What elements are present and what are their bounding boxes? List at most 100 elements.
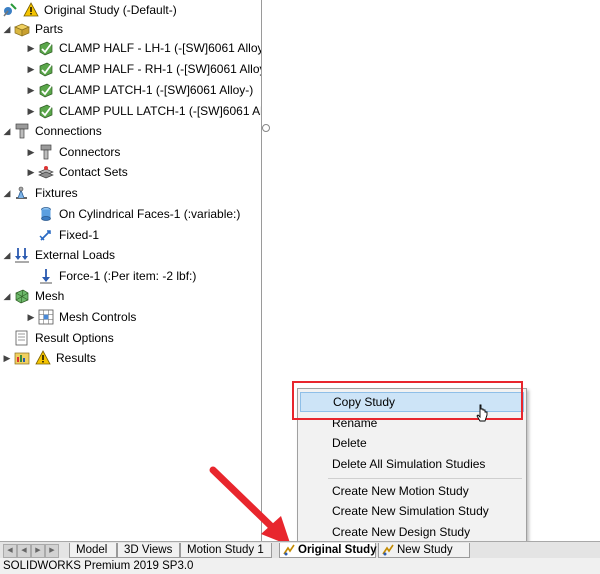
- contact-sets-label: Contact Sets: [59, 165, 128, 179]
- fixtures-label: Fixtures: [35, 186, 78, 200]
- tab-motion-study-1[interactable]: Motion Study 1: [180, 543, 272, 558]
- part-label: CLAMP PULL LATCH-1 (-[SW]6061 Alloy-): [59, 104, 261, 118]
- tab-scroll-next-icon[interactable]: ▶: [31, 544, 45, 558]
- connections-label: Connections: [35, 124, 102, 138]
- tab-3d-views[interactable]: 3D Views: [117, 543, 180, 558]
- collapse-arrow-icon[interactable]: ◢: [2, 286, 12, 306]
- parts-folder-icon: [14, 23, 30, 37]
- expand-arrow-icon[interactable]: ▶: [26, 142, 36, 162]
- external-loads-label: External Loads: [35, 248, 116, 262]
- tree-item-result-options[interactable]: Result Options: [14, 328, 114, 348]
- results-folder-icon: [14, 352, 30, 365]
- parts-label: Parts: [35, 22, 64, 36]
- tree-item-fixture[interactable]: Fixed-1: [38, 225, 99, 245]
- warning-icon: [35, 350, 51, 365]
- tree-item-load[interactable]: Force-1 (:Per item: -2 lbf:): [38, 266, 196, 286]
- contact-sets-icon: [38, 166, 54, 179]
- tree-item-results[interactable]: ▶ Results: [2, 348, 96, 368]
- connectors-bolt-icon: [40, 144, 52, 160]
- tab-model[interactable]: Model: [69, 543, 117, 558]
- mesh-controls-label: Mesh Controls: [59, 310, 137, 324]
- panel-splitter-handle[interactable]: [262, 124, 270, 132]
- collapse-arrow-icon[interactable]: ◢: [2, 19, 12, 39]
- part-material-icon: [39, 41, 53, 56]
- tab-label: New Study: [397, 543, 453, 556]
- tree-item-fixtures[interactable]: ◢ Fixtures: [2, 183, 78, 203]
- mesh-controls-icon: [38, 309, 54, 325]
- collapse-arrow-icon[interactable]: ◢: [2, 183, 12, 203]
- tree-item-connectors[interactable]: ▶ Connectors: [26, 142, 120, 162]
- simulation-study-tree: Original Study (-Default-) ◢ Parts ▶ CLA…: [0, 0, 262, 541]
- menu-separator: [328, 478, 522, 479]
- expand-arrow-icon[interactable]: ▶: [2, 348, 12, 368]
- tree-item-fixture[interactable]: On Cylindrical Faces-1 (:variable:): [38, 204, 240, 224]
- mesh-icon: [15, 289, 29, 304]
- expand-arrow-icon[interactable]: ▶: [26, 307, 36, 327]
- expand-arrow-icon[interactable]: ▶: [26, 101, 36, 121]
- force-arrow-icon: [40, 269, 52, 284]
- part-label: CLAMP HALF - LH-1 (-[SW]6061 Alloy-): [59, 41, 262, 55]
- connectors-label: Connectors: [59, 145, 121, 159]
- study-tab-bar: ◀ ◀ ▶ ▶ Model 3D Views Motion Study 1 Or…: [0, 541, 600, 559]
- part-material-icon: [39, 104, 53, 119]
- tab-scroll-first-icon[interactable]: ◀: [3, 544, 17, 558]
- tree-item-parts[interactable]: ◢ Parts: [2, 19, 63, 39]
- tab-scroll-last-icon[interactable]: ▶: [45, 544, 59, 558]
- menu-item-new-simulation-study[interactable]: Create New Simulation Study: [300, 501, 524, 521]
- result-options-label: Result Options: [35, 331, 114, 345]
- menu-item-delete-all-studies[interactable]: Delete All Simulation Studies: [300, 454, 524, 474]
- tree-item-part[interactable]: ▶ CLAMP LATCH-1 (-[SW]6061 Alloy-): [26, 80, 253, 100]
- tab-new-study[interactable]: New Study: [378, 543, 470, 558]
- expand-arrow-icon[interactable]: ▶: [26, 38, 36, 58]
- tree-item-external-loads[interactable]: ◢ External Loads: [2, 245, 115, 265]
- fixture-label: On Cylindrical Faces-1 (:variable:): [59, 207, 241, 221]
- menu-item-rename[interactable]: Rename: [300, 413, 524, 433]
- expand-arrow-icon[interactable]: ▶: [26, 162, 36, 182]
- tree-item-part[interactable]: ▶ CLAMP HALF - LH-1 (-[SW]6061 Alloy-): [26, 38, 262, 58]
- tree-item-part[interactable]: ▶ CLAMP PULL LATCH-1 (-[SW]6061 Alloy-): [26, 101, 261, 121]
- connections-bolt-icon: [15, 123, 29, 139]
- study-context-menu: Copy Study Rename Delete Delete All Simu…: [297, 388, 527, 545]
- fixture-label: Fixed-1: [59, 228, 100, 242]
- simulation-study-icon: [382, 544, 394, 556]
- tab-scroll-prev-icon[interactable]: ◀: [17, 544, 31, 558]
- part-material-icon: [39, 83, 53, 98]
- tree-item-connections[interactable]: ◢ Connections: [2, 121, 102, 141]
- menu-item-delete[interactable]: Delete: [300, 433, 524, 453]
- result-options-icon: [15, 330, 28, 346]
- menu-item-new-motion-study[interactable]: Create New Motion Study: [300, 481, 524, 501]
- simulation-study-icon: [283, 544, 295, 556]
- tab-label: 3D Views: [124, 543, 173, 556]
- expand-arrow-icon[interactable]: ▶: [26, 59, 36, 79]
- fixed-geometry-icon: [39, 230, 51, 241]
- mesh-label: Mesh: [35, 289, 65, 303]
- collapse-arrow-icon[interactable]: ◢: [2, 245, 12, 265]
- warning-icon: [23, 2, 39, 17]
- status-bar: SOLIDWORKS Premium 2019 SP3.0: [0, 558, 600, 574]
- tree-root-study[interactable]: Original Study (-Default-): [2, 0, 177, 20]
- tree-item-mesh[interactable]: ◢ Mesh: [2, 286, 64, 306]
- simulation-study-icon: [3, 3, 17, 17]
- tab-label: Model: [76, 543, 108, 556]
- external-loads-icon: [15, 248, 29, 263]
- tree-item-contact-sets[interactable]: ▶ Contact Sets: [26, 162, 128, 182]
- menu-item-new-design-study[interactable]: Create New Design Study: [300, 522, 524, 542]
- load-label: Force-1 (:Per item: -2 lbf:): [59, 269, 197, 283]
- fixtures-icon: [16, 186, 27, 199]
- part-material-icon: [39, 62, 53, 77]
- expand-arrow-icon[interactable]: ▶: [26, 80, 36, 100]
- tree-item-mesh-controls[interactable]: ▶ Mesh Controls: [26, 307, 136, 327]
- collapse-arrow-icon[interactable]: ◢: [2, 121, 12, 141]
- tab-label: Motion Study 1: [187, 543, 264, 556]
- mouse-cursor-icon: [476, 404, 488, 422]
- cylindrical-face-fixture-icon: [41, 207, 51, 221]
- results-label: Results: [56, 351, 97, 365]
- part-label: CLAMP LATCH-1 (-[SW]6061 Alloy-): [59, 83, 254, 97]
- tab-original-study[interactable]: Original Study: [279, 543, 377, 558]
- tree-item-part[interactable]: ▶ CLAMP HALF - RH-1 (-[SW]6061 Alloy-): [26, 59, 262, 79]
- tree-root-label: Original Study (-Default-): [44, 3, 177, 17]
- menu-item-copy-study[interactable]: Copy Study: [300, 392, 524, 412]
- tab-label: Original Study: [298, 543, 377, 556]
- part-label: CLAMP HALF - RH-1 (-[SW]6061 Alloy-): [59, 62, 262, 76]
- annotation-arrow-icon: [209, 466, 291, 546]
